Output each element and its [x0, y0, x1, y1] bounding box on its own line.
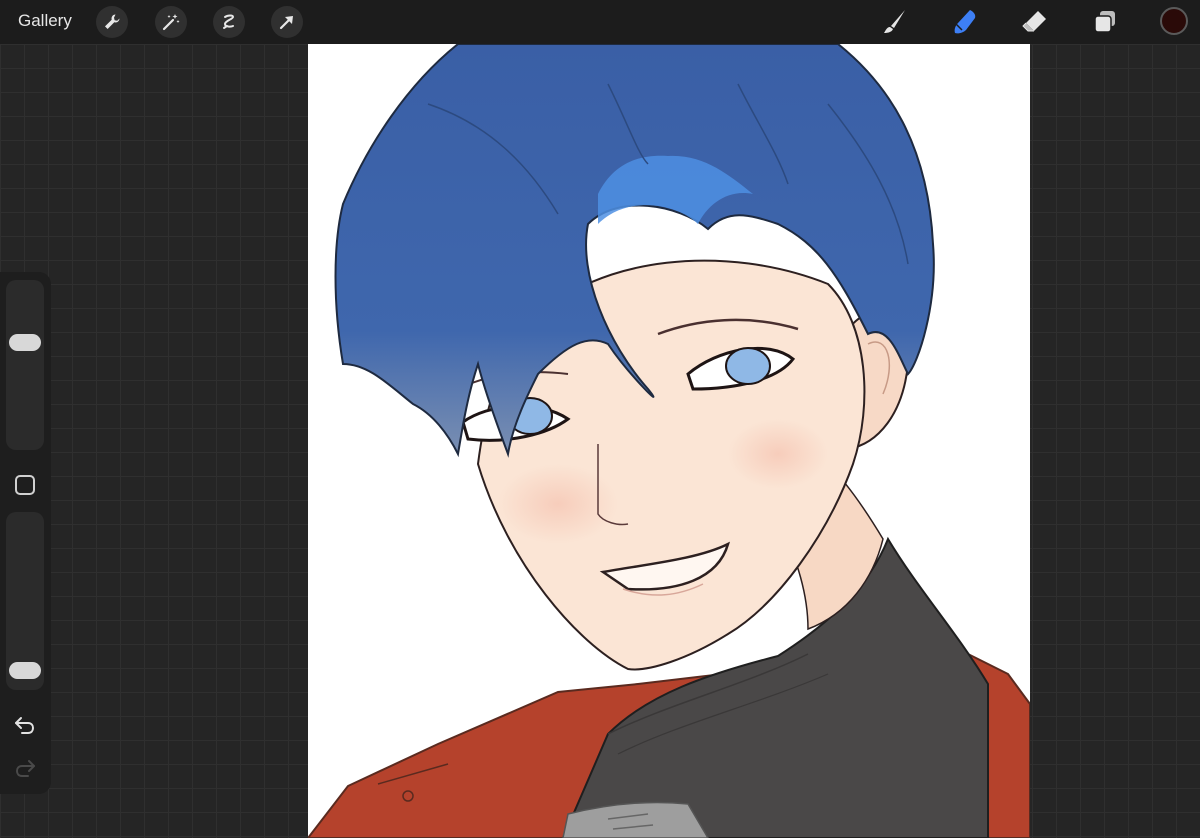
smudge-tool-button[interactable]: [948, 6, 980, 38]
brush-size-slider[interactable]: [6, 280, 44, 450]
eraser-tool-button[interactable]: [1018, 6, 1050, 38]
top-toolbar: Gallery: [0, 0, 1200, 44]
undo-button[interactable]: [13, 713, 37, 737]
transform-button[interactable]: [271, 6, 303, 38]
layers-icon: [1094, 11, 1115, 33]
gallery-button[interactable]: Gallery: [18, 11, 72, 31]
brush-tool-button[interactable]: [878, 6, 910, 38]
brush-size-thumb[interactable]: [9, 334, 41, 351]
opacity-slider[interactable]: [6, 512, 44, 690]
magic-wand-icon: [162, 14, 180, 31]
wrench-icon: [105, 14, 120, 29]
opacity-thumb[interactable]: [9, 662, 41, 679]
redo-icon: [15, 760, 35, 777]
artwork-illustration: [308, 44, 1030, 838]
drawing-canvas[interactable]: [308, 44, 1030, 838]
selection-icon: [223, 14, 235, 29]
selection-button[interactable]: [213, 6, 245, 38]
modify-square-icon: [15, 475, 35, 495]
redo-button[interactable]: [13, 756, 37, 780]
procreate-app: Gallery: [0, 0, 1200, 838]
transform-arrow-icon: [279, 16, 293, 30]
brush-icon: [884, 10, 905, 33]
undo-icon: [15, 717, 35, 734]
eraser-icon: [1022, 11, 1046, 32]
actions-button[interactable]: [96, 6, 128, 38]
left-sidebar: [0, 272, 51, 794]
smudge-icon: [954, 10, 976, 34]
adjustments-button[interactable]: [155, 6, 187, 38]
color-picker-button[interactable]: [1160, 7, 1188, 35]
modify-button[interactable]: [14, 474, 36, 496]
layers-button[interactable]: [1089, 6, 1121, 38]
